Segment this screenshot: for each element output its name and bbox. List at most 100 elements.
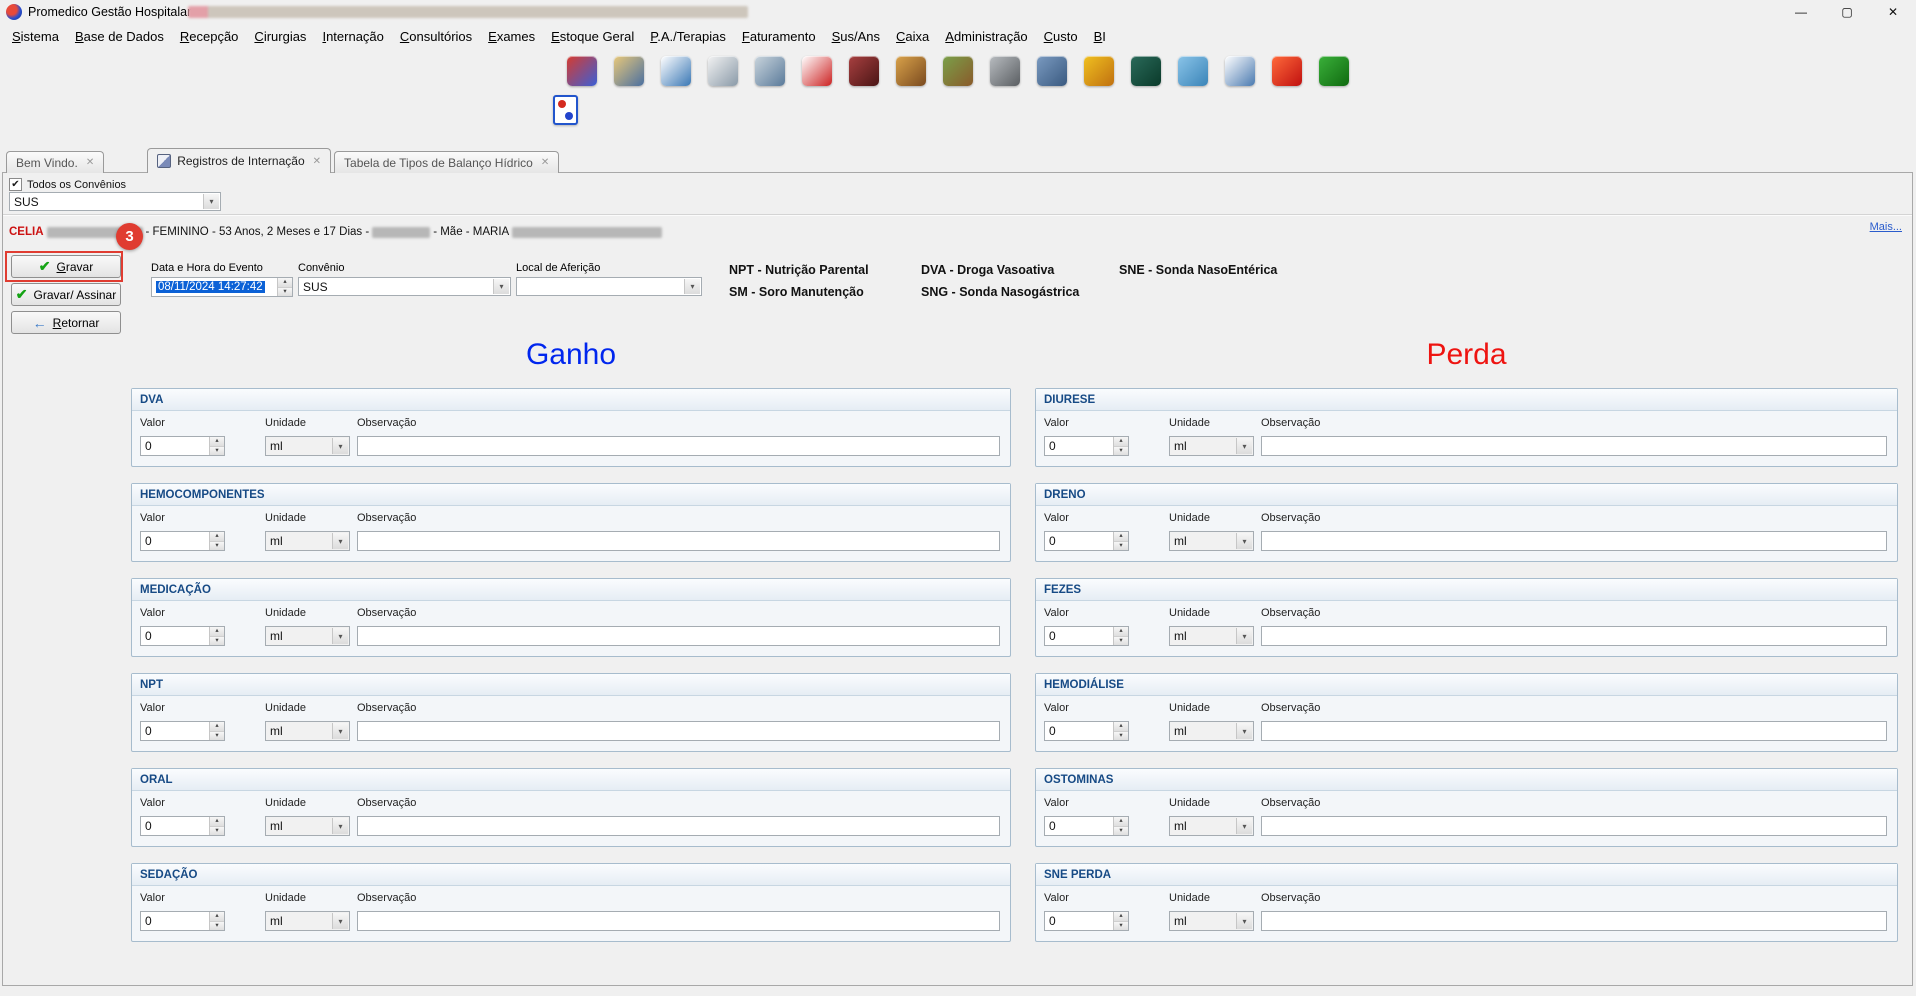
unidade-select[interactable]: ml ▾ [1169,436,1254,456]
stock-icon[interactable] [943,56,973,86]
close-button[interactable]: ✕ [1870,0,1916,24]
menu-item-sistema[interactable]: Sistema [4,26,67,47]
spin-down-icon[interactable]: ▾ [1114,637,1128,646]
spin-down-icon[interactable]: ▾ [278,288,292,297]
observacao-input[interactable] [1261,531,1887,551]
spreadsheet-icon[interactable] [1225,56,1255,86]
valor-input[interactable]: 0 ▴▾ [140,721,225,741]
spinner-buttons[interactable]: ▴▾ [209,627,224,645]
patients-icon[interactable] [614,56,644,86]
menu-item-internacao[interactable]: Internação [314,26,391,47]
spin-down-icon[interactable]: ▾ [1114,732,1128,741]
convenio-select[interactable]: SUS ▾ [298,277,511,296]
spin-up-icon[interactable]: ▴ [210,532,224,542]
tab-close-icon[interactable]: ✕ [313,156,321,167]
safe-icon[interactable] [990,56,1020,86]
valor-input[interactable]: 0 ▴▾ [140,911,225,931]
unidade-select[interactable]: ml ▾ [1169,531,1254,551]
observacao-input[interactable] [1261,816,1887,836]
spinner-buttons[interactable]: ▴▾ [1113,912,1128,930]
spin-up-icon[interactable]: ▴ [1114,912,1128,922]
unidade-select[interactable]: ml ▾ [1169,911,1254,931]
menu-item-cirurgias[interactable]: Cirurgias [246,26,314,47]
spinner-buttons[interactable]: ▴▾ [209,817,224,835]
contacts-icon[interactable] [567,56,597,86]
spin-down-icon[interactable]: ▾ [210,827,224,836]
menu-item-sus-ans[interactable]: Sus/Ans [824,26,888,47]
local-afericao-select[interactable]: ▾ [516,277,702,296]
data-hora-evento-input[interactable]: 08/11/2024 14:27:42 ▴▾ [151,277,293,297]
unidade-select[interactable]: ml ▾ [265,721,350,741]
spin-down-icon[interactable]: ▾ [210,922,224,931]
spinner-buttons[interactable]: ▴▾ [1113,627,1128,645]
valor-input[interactable]: 0 ▴▾ [1044,436,1129,456]
menu-item-administracao[interactable]: Administração [937,26,1035,47]
tab-close-icon[interactable]: ✕ [541,157,549,168]
unidade-select[interactable]: ml ▾ [265,626,350,646]
minimize-button[interactable]: — [1778,0,1824,24]
spin-up-icon[interactable]: ▴ [210,627,224,637]
ledger-icon[interactable] [1131,56,1161,86]
power-icon[interactable] [1272,56,1302,86]
valor-input[interactable]: 0 ▴▾ [140,626,225,646]
spin-down-icon[interactable]: ▾ [210,447,224,456]
spin-up-icon[interactable]: ▴ [278,278,292,288]
gravar-assinar-button[interactable]: ✔ Gravar/ Assinar [11,283,121,306]
spinner-buttons[interactable]: ▴▾ [209,722,224,740]
spinner-buttons[interactable]: ▴▾ [209,912,224,930]
spin-up-icon[interactable]: ▴ [210,912,224,922]
spinner-buttons[interactable]: ▴▾ [209,437,224,455]
valor-input[interactable]: 0 ▴▾ [140,436,225,456]
spin-up-icon[interactable]: ▴ [1114,437,1128,447]
hr-settings-icon[interactable] [1037,56,1067,86]
medical-records-icon[interactable] [708,56,738,86]
spinner-buttons[interactable]: ▴▾ [1113,817,1128,835]
observacao-input[interactable] [357,531,1000,551]
observacao-input[interactable] [357,436,1000,456]
observacao-input[interactable] [1261,911,1887,931]
spin-up-icon[interactable]: ▴ [1114,817,1128,827]
spin-down-icon[interactable]: ▾ [210,542,224,551]
observacao-input[interactable] [1261,721,1887,741]
valor-input[interactable]: 0 ▴▾ [1044,816,1129,836]
bed-icon[interactable] [755,56,785,86]
spin-down-icon[interactable]: ▾ [210,732,224,741]
ambulance-icon[interactable] [802,56,832,86]
spin-up-icon[interactable]: ▴ [210,722,224,732]
valor-input[interactable]: 0 ▴▾ [1044,531,1129,551]
menu-item-exames[interactable]: Exames [480,26,543,47]
maximize-button[interactable]: ▢ [1824,0,1870,24]
menu-item-faturamento[interactable]: Faturamento [734,26,824,47]
tab-bem-vindo[interactable]: Bem Vindo.✕ [6,151,104,173]
unidade-select[interactable]: ml ▾ [1169,721,1254,741]
valor-input[interactable]: 0 ▴▾ [140,531,225,551]
spin-up-icon[interactable]: ▴ [210,817,224,827]
menu-item-bi[interactable]: BI [1086,26,1114,47]
spin-up-icon[interactable]: ▴ [1114,532,1128,542]
unidade-select[interactable]: ml ▾ [265,816,350,836]
valor-input[interactable]: 0 ▴▾ [140,816,225,836]
spin-down-icon[interactable]: ▾ [1114,542,1128,551]
spinner-buttons[interactable]: ▴▾ [277,278,292,296]
spin-up-icon[interactable]: ▴ [1114,627,1128,637]
todos-convenios-checkbox[interactable]: ✔ Todos os Convênios [9,178,126,191]
observacao-input[interactable] [1261,626,1887,646]
gravar-button[interactable]: ✔ Gravar [11,255,121,278]
spinner-buttons[interactable]: ▴▾ [209,532,224,550]
spinner-buttons[interactable]: ▴▾ [1113,532,1128,550]
menu-item-p-a-terapias[interactable]: P.A./Terapias [642,26,734,47]
unidade-select[interactable]: ml ▾ [265,911,350,931]
valor-input[interactable]: 0 ▴▾ [1044,721,1129,741]
menu-item-consultorios[interactable]: Consultórios [392,26,480,47]
unidade-select[interactable]: ml ▾ [265,436,350,456]
mais-link[interactable]: Mais... [1870,221,1902,233]
unidade-select[interactable]: ml ▾ [1169,816,1254,836]
observacao-input[interactable] [357,816,1000,836]
menu-item-recepcao[interactable]: Recepção [172,26,247,47]
convenio-filter-select[interactable]: SUS ▾ [9,192,221,211]
menu-item-custo[interactable]: Custo [1036,26,1086,47]
observacao-input[interactable] [357,721,1000,741]
menu-item-base-de-dados[interactable]: Base de Dados [67,26,172,47]
unidade-select[interactable]: ml ▾ [265,531,350,551]
valor-input[interactable]: 0 ▴▾ [1044,911,1129,931]
